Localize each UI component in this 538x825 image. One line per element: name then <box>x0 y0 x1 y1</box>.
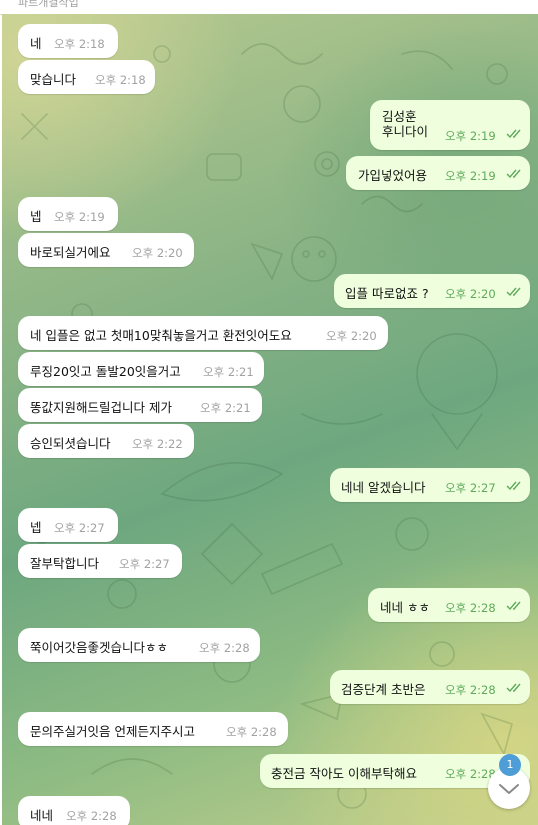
message-text: 김성훈 후니다이 <box>382 109 429 139</box>
message-time: 오후 2:22 <box>132 437 183 451</box>
message-bubble[interactable]: 네 입플은 없고 첫매10맞춰놓을거고 환전잇어도요 오후 2:20 <box>18 316 388 350</box>
double-check-icon <box>506 601 521 611</box>
message-bubble-outgoing[interactable]: 가입넣었어용 오후 2:19 <box>346 156 530 190</box>
message-time: 오후 2:20 <box>445 287 496 301</box>
message-bubble[interactable]: 똥값지원해드릴겁니다 제가 오후 2:21 <box>18 388 262 422</box>
message-time: 오후 2:27 <box>119 557 170 571</box>
message-time: 오후 2:18 <box>54 37 105 51</box>
double-check-icon <box>506 169 521 179</box>
message-text: 검증단계 초반은 <box>341 682 426 697</box>
message-text: 문의주실거잇음 언제든지주시고 <box>30 724 195 739</box>
message-text: 입플 따로없죠 ? <box>345 286 429 301</box>
message-bubble[interactable]: 넵 오후 2:27 <box>18 508 118 542</box>
message-text: 가입넣었어용 <box>358 168 428 183</box>
message-time: 오후 2:19 <box>54 210 105 224</box>
message-time: 오후 2:20 <box>132 246 183 260</box>
message-bubble[interactable]: 네네 오후 2:28 <box>18 796 130 825</box>
message-time: 오후 2:28 <box>66 809 117 823</box>
double-check-icon <box>506 287 521 297</box>
message-time: 오후 2:28 <box>199 641 250 655</box>
message-bubble[interactable]: 바로되실거에요 오후 2:20 <box>18 233 194 267</box>
message-text: 맞습니다 <box>30 72 77 87</box>
message-time: 오후 2:27 <box>445 481 496 495</box>
message-time: 오후 2:28 <box>445 683 496 697</box>
message-time: 오후 2:19 <box>445 169 496 183</box>
message-time: 오후 2:20 <box>326 329 377 343</box>
message-time: 오후 2:27 <box>54 521 105 535</box>
message-bubble[interactable]: 잘부탁합니다 오후 2:27 <box>18 544 182 578</box>
double-check-icon <box>506 481 521 491</box>
message-bubble-outgoing[interactable]: 입플 따로없죠 ? 오후 2:20 <box>334 274 530 308</box>
message-time: 오후 2:28 <box>445 601 496 615</box>
message-bubble-outgoing[interactable]: 검증단계 초반은 오후 2:28 <box>330 670 530 704</box>
message-text: 바로되실거에요 <box>30 245 111 260</box>
message-bubble[interactable]: 맞습니다 오후 2:18 <box>18 60 155 94</box>
message-bubble[interactable]: 루징20잇고 돌발20잇을거고 오후 2:21 <box>18 352 264 386</box>
chat-header-strip: 파르개켤삭업 <box>0 0 538 15</box>
message-text: 쭉이어갓음좋겟습니다ㅎㅎ <box>30 640 169 655</box>
chat-area[interactable]: 네 오후 2:18 맞습니다 오후 2:18 김성훈 후니다이 오후 2:19 … <box>2 14 538 825</box>
message-text: 네 <box>30 36 42 51</box>
message-text: 충전금 작아도 이해부탁해요 <box>271 766 417 781</box>
message-time: 오후 2:28 <box>226 725 277 739</box>
message-text: 네네 <box>30 808 54 823</box>
message-time: 오후 2:21 <box>203 365 254 379</box>
message-text: 네네 ㅎㅎ <box>380 600 430 615</box>
message-bubble[interactable]: 문의주실거잇음 언제든지주시고 오후 2:28 <box>18 712 288 746</box>
message-text: 루징20잇고 돌발20잇을거고 <box>30 364 181 379</box>
message-bubble[interactable]: 넵 오후 2:19 <box>18 197 118 231</box>
message-bubble[interactable]: 네 오후 2:18 <box>18 24 118 58</box>
message-bubble[interactable]: 쭉이어갓음좋겟습니다ㅎㅎ 오후 2:28 <box>18 628 260 662</box>
message-bubble-outgoing[interactable]: 네네 ㅎㅎ 오후 2:28 <box>368 588 530 622</box>
message-time: 오후 2:19 <box>445 129 496 143</box>
message-bubble-outgoing[interactable]: 김성훈 후니다이 오후 2:19 <box>370 100 530 150</box>
message-text: 넵 <box>30 520 42 535</box>
message-text: 네네 알겠습니다 <box>341 480 426 495</box>
message-time: 오후 2:18 <box>95 73 146 87</box>
double-check-icon <box>506 129 521 139</box>
double-check-icon <box>506 683 521 693</box>
message-text: 넵 <box>30 209 42 224</box>
unread-count-badge: 1 <box>499 754 521 776</box>
chat-header-partial-text: 파르개켤삭업 <box>18 0 79 9</box>
message-text: 똥값지원해드릴겁니다 제가 <box>30 400 172 415</box>
message-text: 잘부탁합니다 <box>30 556 100 571</box>
message-bubble[interactable]: 승인되셧습니다 오후 2:22 <box>18 424 194 458</box>
message-text: 네 입플은 없고 첫매10맞춰놓을거고 환전잇어도요 <box>30 328 292 343</box>
message-text: 승인되셧습니다 <box>30 436 111 451</box>
message-bubble-outgoing[interactable]: 네네 알겠습니다 오후 2:27 <box>330 468 530 502</box>
message-time: 오후 2:21 <box>200 401 251 415</box>
